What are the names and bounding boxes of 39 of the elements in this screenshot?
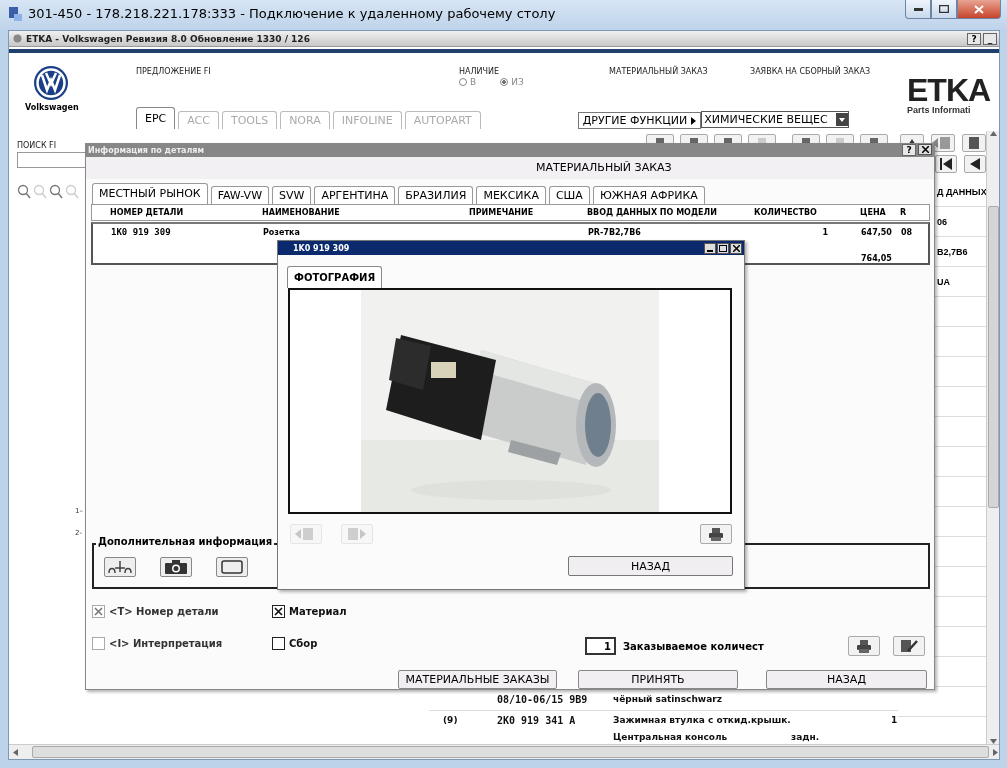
offer-label: ПРЕДЛОЖЕНИЕ FI <box>136 67 212 76</box>
table-cell: 06 <box>937 217 947 227</box>
column-header: ВВОД ДАННЫХ ПО МОДЕЛИ <box>587 208 718 217</box>
table-cell-text: 764,05 <box>861 254 893 264</box>
column-header: R <box>900 208 908 217</box>
app-title: ETKA - Volkswagen Ревизия 8.0 Обновление 1330 / 126 <box>26 33 310 44</box>
column-header: НАИМЕНОВАНИЕ <box>262 208 341 217</box>
column-header: ЦЕНА <box>860 208 887 217</box>
logo-subtitle: Parts Informati <box>907 105 972 115</box>
table-cell-text: 2K0 919 341 A <box>497 714 577 726</box>
table-cell-text: 1 <box>821 227 829 237</box>
quantity-label: Заказываемое количест <box>623 640 764 652</box>
column-header: НОМЕР ДЕТАЛИ <box>110 208 185 217</box>
table-cell-text: 08 <box>901 227 914 237</box>
window-title: 1K0 919 309 <box>293 243 350 253</box>
table-cell-text: чёрный satinschwarz <box>613 694 723 704</box>
table-cell-text: Розетка <box>263 227 301 237</box>
table-cell: 1 <box>891 715 898 725</box>
logo-title: ETKA <box>907 75 992 105</box>
dialog-title: Информация по деталям <box>88 145 205 155</box>
group-label: Дополнительная информация <box>96 536 275 548</box>
dialog-heading: МАТЕРИАЛЬНЫЙ ЗАКАЗ <box>536 161 672 175</box>
table-cell-text: задн. <box>791 731 821 742</box>
table-cell: Зажимная втулка с откид.крышк. <box>613 715 791 725</box>
table-cell-text: 647,50 <box>861 227 893 237</box>
brand-name: Volkswagen <box>25 103 79 112</box>
table-cell-text: 1K0 919 309 <box>111 227 172 238</box>
table-cell-text: 08/10-06/15 9B9 <box>497 693 589 705</box>
table-cell-text: (9) <box>443 715 459 725</box>
table-cell-text: PR-7B2,7B6 <box>588 227 642 237</box>
search-label: ПОИСК FI <box>17 141 58 150</box>
table-cell: UA <box>937 277 950 287</box>
table-cell: Д ДАННЫХ <box>937 187 987 197</box>
column-header: КОЛИЧЕСТВО <box>754 208 818 217</box>
window-title: 301-450 - 178.218.221.178:333 - Подключение к удаленному рабочему столу <box>28 6 556 21</box>
table-cell: B2,7B6 <box>937 247 968 257</box>
availability-label: НАЛИЧИЕ <box>459 67 500 76</box>
column-header: ПРИМЕЧАНИЕ <box>469 208 535 217</box>
table-cell-text: Центральная консоль <box>613 731 729 742</box>
